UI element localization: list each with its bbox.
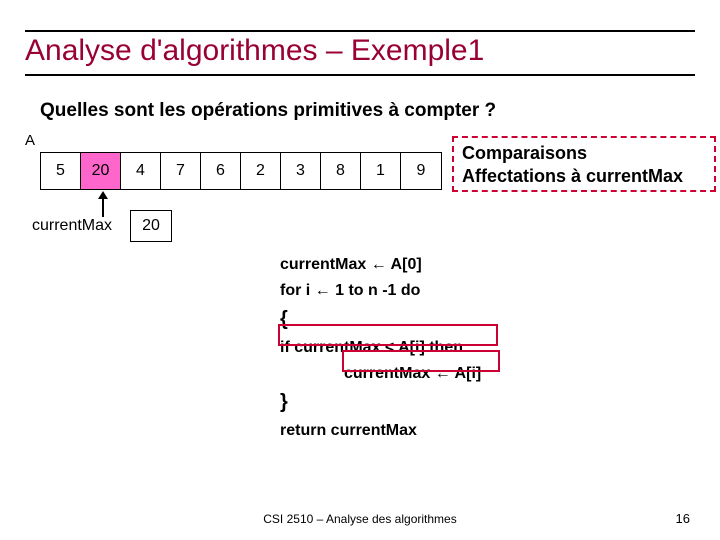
algo-return-line: return currentMax <box>280 418 481 444</box>
current-max-box: 20 <box>130 210 172 242</box>
array-cell: 6 <box>201 153 241 189</box>
up-arrow-icon <box>98 191 108 217</box>
operations-callout: Comparaisons Affectations à currentMax <box>452 136 716 192</box>
slide-title: Analyse d'algorithmes – Exemple1 <box>25 34 695 76</box>
array-cell: 1 <box>361 153 401 189</box>
array-cell: 4 <box>121 153 161 189</box>
array-cell: 7 <box>161 153 201 189</box>
title-rule-top <box>25 30 695 32</box>
array-cell: 2 <box>241 153 281 189</box>
highlight-box-comparison <box>278 324 498 346</box>
operations-line: Affectations à currentMax <box>462 165 706 188</box>
current-max-label: currentMax <box>32 217 112 235</box>
array-container: 5 20 4 7 6 2 3 8 1 9 <box>40 152 442 190</box>
slide-subtitle: Quelles sont les opérations primitives à… <box>40 100 496 122</box>
footer-text: CSI 2510 – Analyse des algorithmes <box>0 512 720 526</box>
algo-line: currentMax ← A[0] <box>280 252 481 278</box>
array-cell: 3 <box>281 153 321 189</box>
algo-line: for i ← 1 to n -1 do <box>280 278 481 304</box>
array-cell: 9 <box>401 153 441 189</box>
operations-line: Comparaisons <box>462 142 706 165</box>
highlight-box-assignment <box>342 350 500 372</box>
array-cell: 8 <box>321 153 361 189</box>
array-cell: 5 <box>41 153 81 189</box>
array-name-label: A <box>25 132 35 149</box>
page-number: 16 <box>676 511 690 526</box>
algorithm-block: currentMax ← A[0] for i ← 1 to n -1 do {… <box>280 252 481 444</box>
array-cell: 20 <box>81 153 121 189</box>
algo-brace-close: } <box>280 386 481 418</box>
